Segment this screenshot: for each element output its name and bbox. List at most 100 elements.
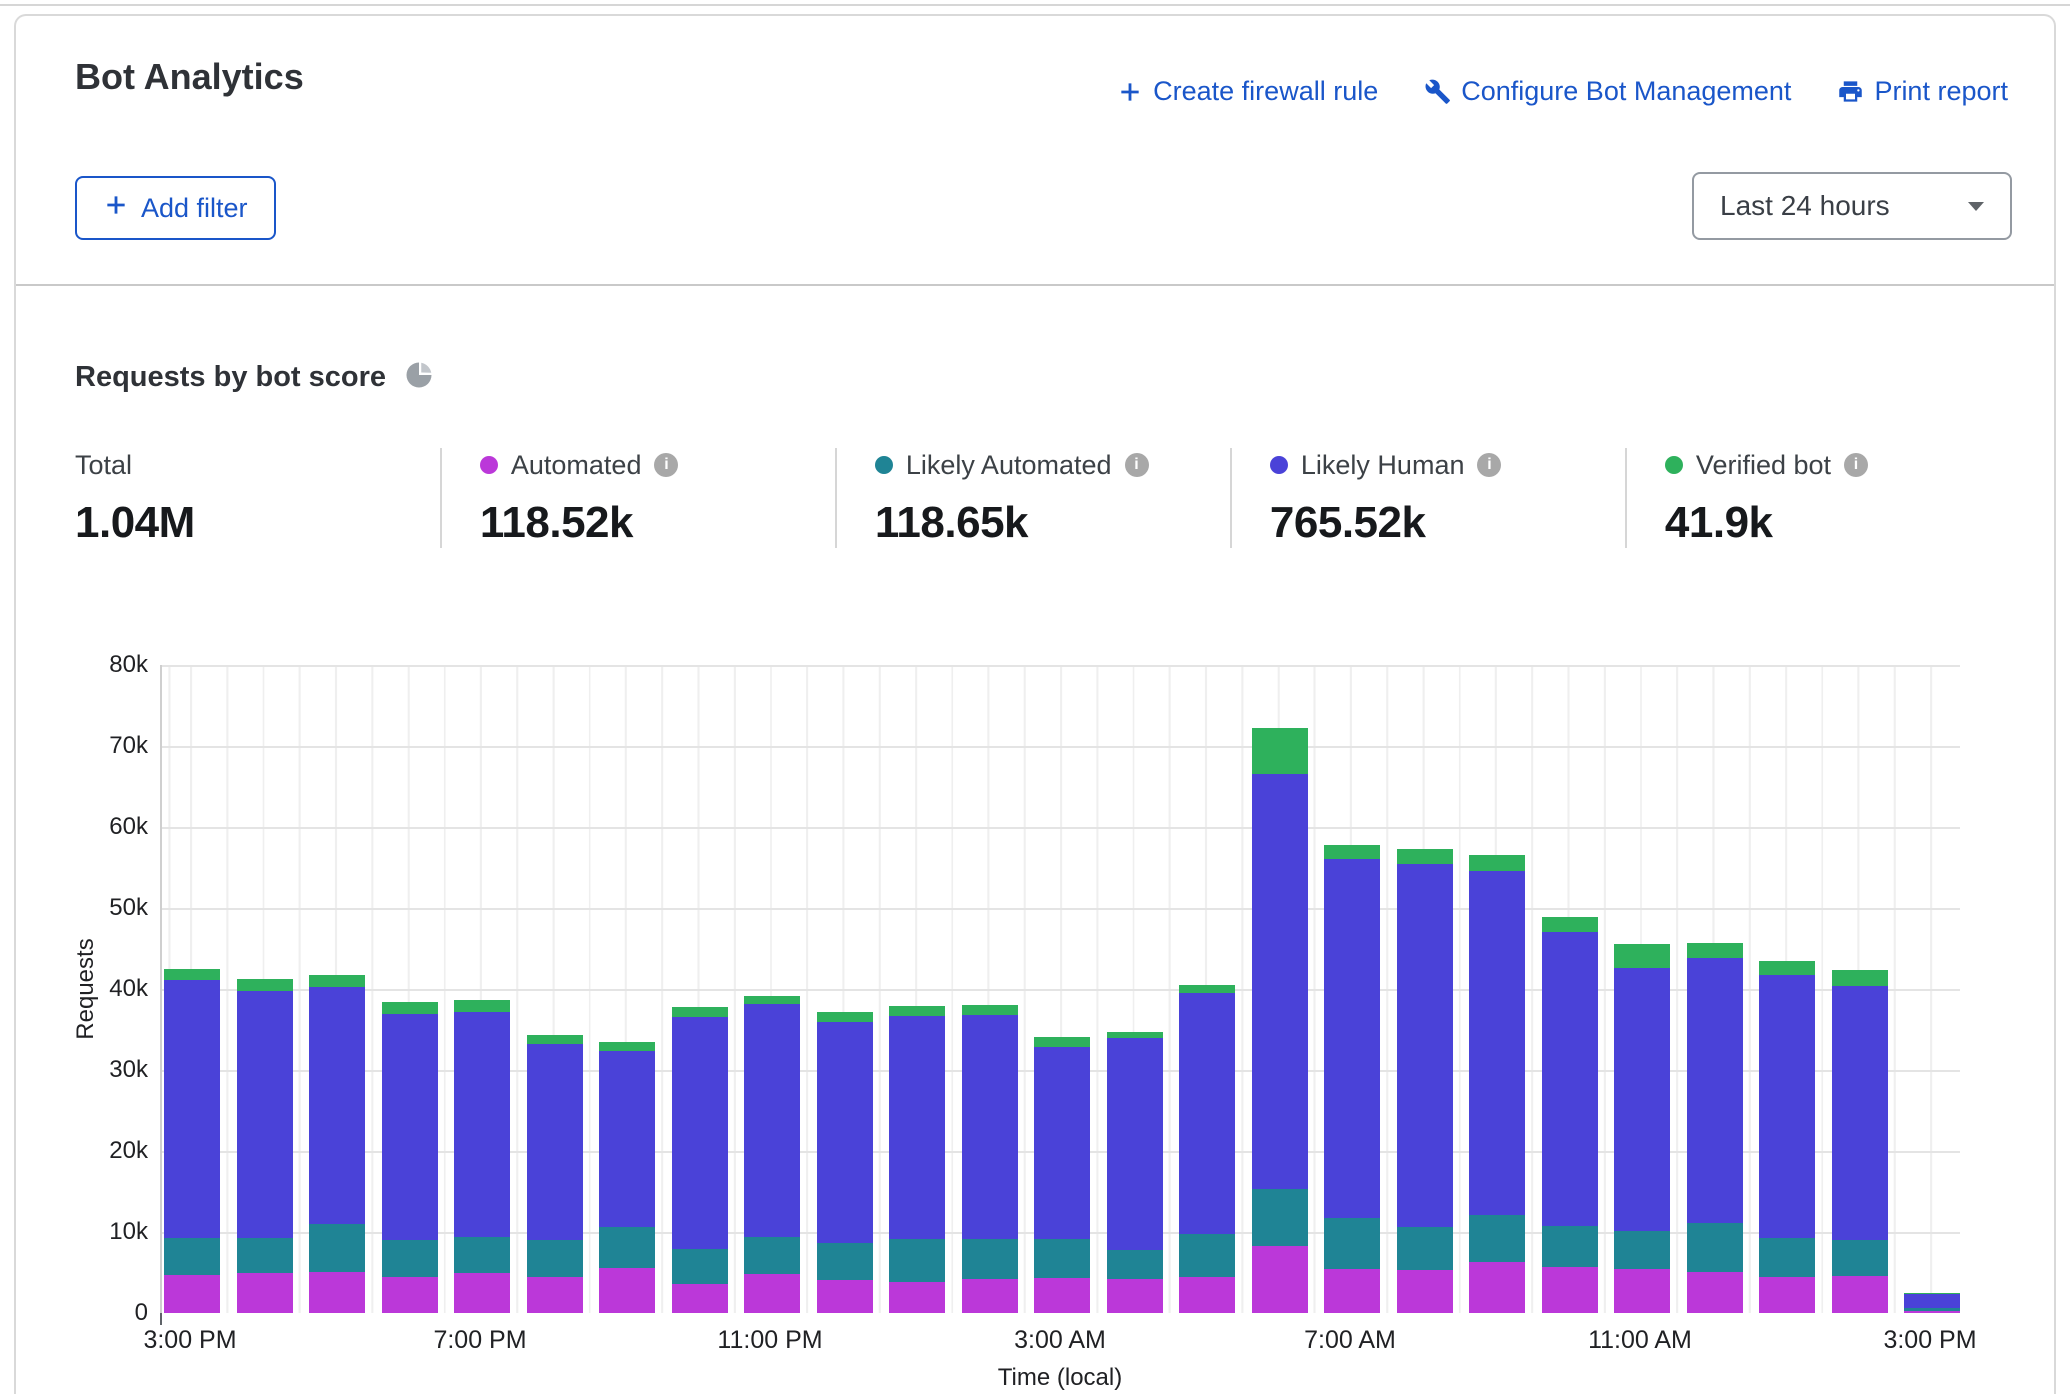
stacked-bar-8[interactable] <box>744 996 800 1314</box>
bar-segment-automated <box>1542 1267 1598 1313</box>
stacked-bar-18[interactable] <box>1469 855 1525 1313</box>
bar-segment-likely-human <box>454 1012 510 1237</box>
bar-segment-likely-human <box>1324 859 1380 1218</box>
y-tick-0: 0 <box>40 1299 148 1327</box>
stacked-bar-23[interactable] <box>1832 970 1888 1313</box>
likely-human-legend-dot <box>1270 456 1288 474</box>
stacked-bar-10[interactable] <box>889 1006 945 1313</box>
bar-segment-likely-automated <box>744 1237 800 1274</box>
bar-segment-likely-automated <box>527 1240 583 1277</box>
info-icon[interactable]: i <box>1477 453 1501 477</box>
stacked-bar-9[interactable] <box>817 1012 873 1313</box>
bar-segment-likely-human <box>1034 1047 1090 1239</box>
automated-label: Automated <box>511 450 642 481</box>
stacked-bar-6[interactable] <box>599 1042 655 1313</box>
bar-segment-likely-human <box>1904 1294 1960 1309</box>
section-title: Requests by bot score <box>75 361 386 394</box>
configure-bot-management-link[interactable]: Configure Bot Management <box>1424 76 1791 107</box>
x-tick-6: 3:00 PM <box>1845 1326 2015 1355</box>
bar-segment-automated <box>1397 1270 1453 1313</box>
x-tick-3: 3:00 AM <box>975 1326 1145 1355</box>
verified-bot-legend-dot <box>1665 456 1683 474</box>
bar-segment-likely-human <box>1542 932 1598 1225</box>
bar-segment-likely-human <box>1397 864 1453 1227</box>
verified-bot-value: 41.9k <box>1665 498 1995 548</box>
bar-segment-likely-automated <box>1107 1250 1163 1279</box>
print-report-link[interactable]: Print report <box>1837 76 2008 107</box>
bar-segment-likely-human <box>744 1004 800 1236</box>
stacked-bar-22[interactable] <box>1759 961 1815 1313</box>
y-tick-50k: 50k <box>40 894 148 922</box>
stacked-bar-4[interactable] <box>454 1000 510 1313</box>
likely-human-value: 765.52k <box>1270 498 1605 548</box>
bar-segment-automated <box>599 1268 655 1313</box>
bar-segment-verified-bot <box>1832 970 1888 985</box>
stacked-bar-16[interactable] <box>1324 845 1380 1313</box>
info-icon[interactable]: i <box>1125 453 1149 477</box>
bar-segment-verified-bot <box>164 969 220 980</box>
automated-value: 118.52k <box>480 498 815 548</box>
create-firewall-rule-link[interactable]: Create firewall rule <box>1117 76 1378 107</box>
configure-bot-management-label: Configure Bot Management <box>1461 76 1791 107</box>
stacked-bar-7[interactable] <box>672 1007 728 1313</box>
stacked-bar-2[interactable] <box>309 975 365 1313</box>
add-filter-button[interactable]: Add filter <box>75 176 276 240</box>
plus-icon <box>103 192 129 225</box>
bar-segment-automated <box>1759 1277 1815 1313</box>
bar-segment-verified-bot <box>309 975 365 987</box>
print-report-label: Print report <box>1874 76 2008 107</box>
bar-segment-likely-automated <box>237 1238 293 1274</box>
stacked-bar-19[interactable] <box>1542 917 1598 1313</box>
bar-segment-likely-human <box>1252 774 1308 1189</box>
bar-segment-likely-automated <box>962 1239 1018 1279</box>
bar-segment-likely-human <box>1179 993 1235 1234</box>
bar-segment-likely-automated <box>1397 1227 1453 1270</box>
bar-segment-likely-automated <box>1614 1231 1670 1269</box>
stacked-bar-15[interactable] <box>1252 728 1308 1313</box>
y-tick-80k: 80k <box>40 651 148 679</box>
bar-segment-likely-automated <box>817 1243 873 1280</box>
stacked-bar-0[interactable] <box>164 969 220 1313</box>
bar-segment-likely-automated <box>1252 1189 1308 1246</box>
bar-segment-likely-human <box>527 1044 583 1240</box>
bar-segment-automated <box>1614 1269 1670 1313</box>
requests-by-bot-score-chart <box>160 665 1960 1313</box>
y-tick-20k: 20k <box>40 1137 148 1165</box>
bar-segment-automated <box>1904 1311 1960 1313</box>
section-divider <box>16 284 2054 286</box>
stat-likely-human: Likely Humani765.52k <box>1230 448 1625 548</box>
bar-segment-likely-human <box>1469 871 1525 1215</box>
info-icon[interactable]: i <box>1844 453 1868 477</box>
top-divider <box>0 4 2070 6</box>
stacked-bar-12[interactable] <box>1034 1037 1090 1313</box>
bar-segment-likely-automated <box>1179 1234 1235 1277</box>
stacked-bar-3[interactable] <box>382 1002 438 1313</box>
bar-segment-likely-human <box>309 987 365 1224</box>
stacked-bar-21[interactable] <box>1687 943 1743 1313</box>
stacked-bar-5[interactable] <box>527 1035 583 1313</box>
bar-segment-likely-human <box>599 1051 655 1228</box>
bar-segment-likely-automated <box>164 1238 220 1275</box>
stacked-bar-17[interactable] <box>1397 849 1453 1313</box>
stacked-bar-24[interactable] <box>1904 1293 1960 1313</box>
stacked-bar-11[interactable] <box>962 1005 1018 1313</box>
y-tick-30k: 30k <box>40 1056 148 1084</box>
y-tick-10k: 10k <box>40 1218 148 1246</box>
bar-segment-likely-human <box>962 1015 1018 1239</box>
header-actions: Create firewall rule Configure Bot Manag… <box>1117 76 2008 107</box>
bar-segment-automated <box>527 1277 583 1313</box>
stacked-bar-14[interactable] <box>1179 985 1235 1313</box>
bar-segment-automated <box>454 1273 510 1313</box>
x-tick-2: 11:00 PM <box>685 1326 855 1355</box>
bar-segment-verified-bot <box>1687 943 1743 958</box>
add-filter-label: Add filter <box>141 193 248 224</box>
stat-total: Total1.04M <box>75 448 440 548</box>
stacked-bar-1[interactable] <box>237 979 293 1313</box>
bar-segment-verified-bot <box>817 1012 873 1023</box>
stacked-bar-13[interactable] <box>1107 1032 1163 1313</box>
time-range-select[interactable]: Last 24 hours <box>1692 172 2012 240</box>
info-icon[interactable]: i <box>654 453 678 477</box>
bar-segment-verified-bot <box>1542 917 1598 932</box>
stacked-bar-20[interactable] <box>1614 944 1670 1313</box>
stat-automated: Automated i 118.52k <box>440 448 835 548</box>
